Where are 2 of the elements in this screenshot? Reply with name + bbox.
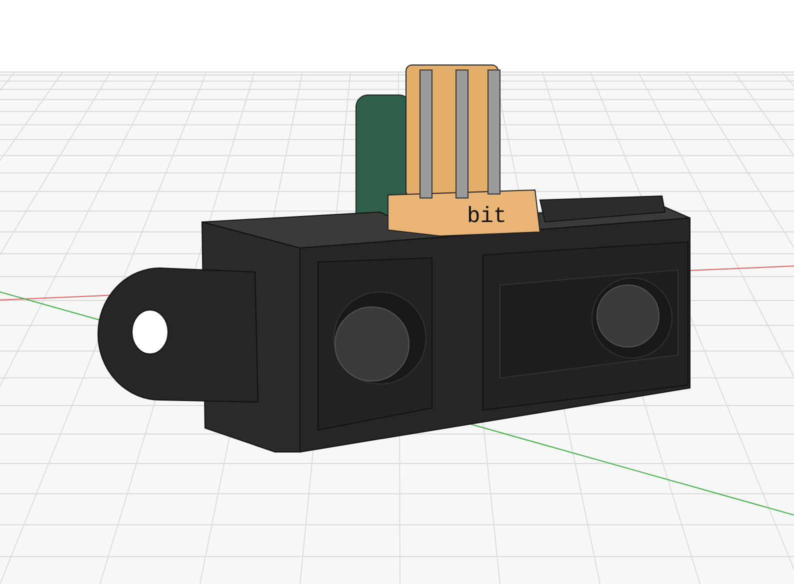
cad-viewport[interactable]: bit: [0, 0, 794, 584]
connector-label: bit: [467, 204, 507, 229]
